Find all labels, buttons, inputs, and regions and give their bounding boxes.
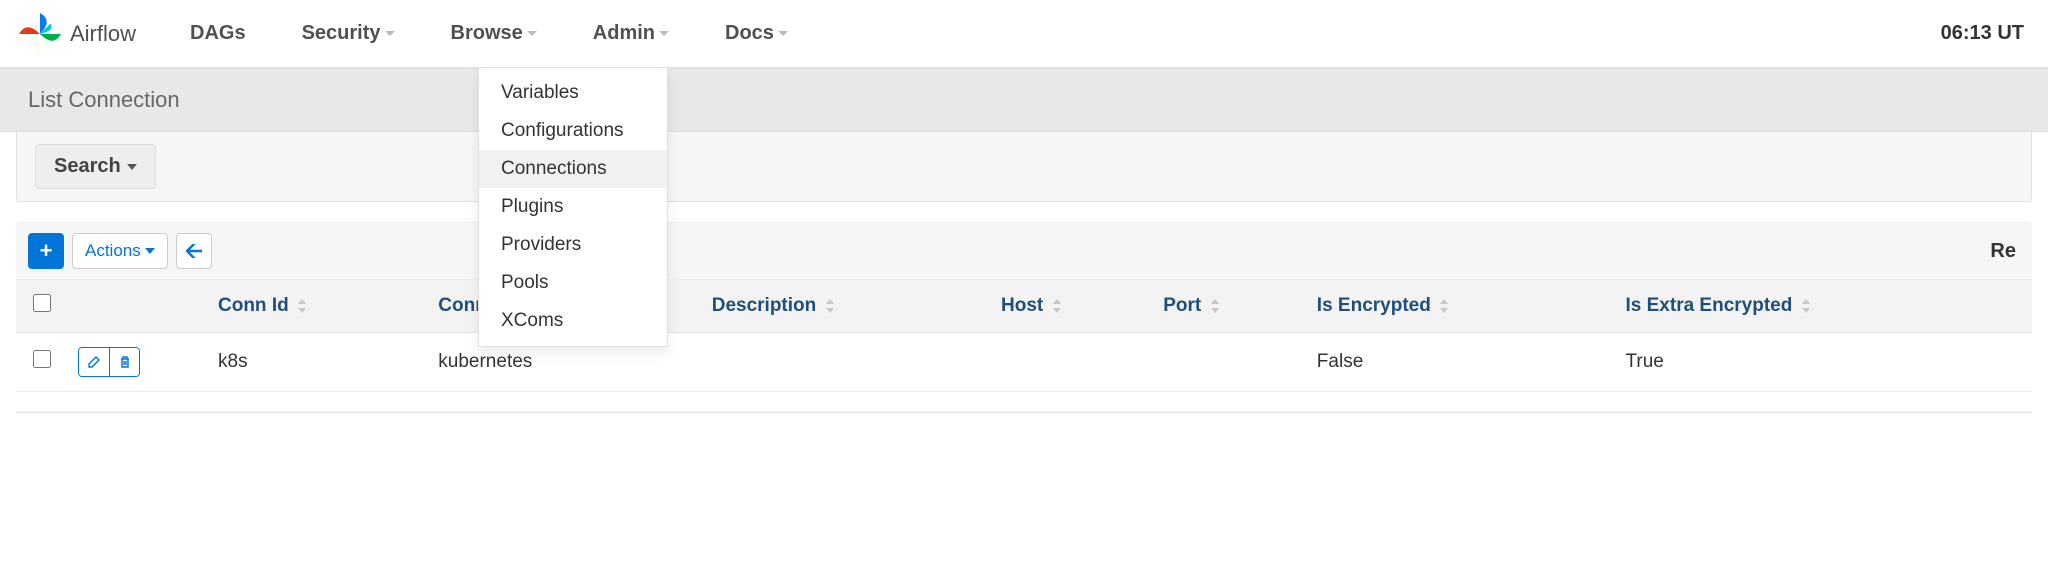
plus-icon: + (40, 238, 53, 264)
dropdown-label: Plugins (501, 196, 563, 217)
nav-item-admin[interactable]: Admin (579, 14, 683, 53)
trash-icon (118, 351, 132, 373)
record-count-label: Re (1990, 240, 2020, 263)
dropdown-item-xcoms[interactable]: XComs (479, 302, 667, 340)
row-actions-group (78, 347, 140, 377)
add-button[interactable]: + (28, 233, 64, 269)
header-label: Is Extra Encrypted (1626, 295, 1793, 316)
chevron-down-icon (659, 31, 669, 37)
header-label: Host (1001, 295, 1043, 316)
nav-label: Security (302, 22, 381, 45)
dropdown-item-pools[interactable]: Pools (479, 264, 667, 302)
arrow-left-icon (186, 240, 202, 263)
admin-dropdown: Variables Configurations Connections Plu… (478, 68, 668, 347)
panel-bottom-border (16, 412, 2032, 413)
chevron-down-icon (385, 31, 395, 37)
page-title-bar: List Connection (0, 68, 2048, 132)
sort-icon (1440, 295, 1448, 316)
nav-label: Admin (593, 22, 655, 45)
brand-name: Airflow (70, 21, 136, 47)
cell-row-actions (68, 333, 208, 392)
airflow-logo-icon (16, 10, 64, 58)
header-label: Is Encrypted (1317, 295, 1431, 316)
reset-filters-button[interactable] (176, 233, 212, 269)
cell-host (991, 333, 1153, 392)
chevron-down-icon (778, 31, 788, 37)
clock-utc: 06:13 UT (1941, 22, 2032, 45)
cell-description (702, 333, 991, 392)
nav-label: Browse (451, 22, 523, 45)
sort-icon (1802, 295, 1810, 316)
connections-table: Conn Id Conn Type Description Host Port (16, 280, 2032, 392)
delete-button[interactable] (109, 348, 139, 376)
chevron-down-icon (527, 31, 537, 37)
cell-port (1153, 333, 1307, 392)
sort-icon (1053, 295, 1061, 316)
header-port[interactable]: Port (1153, 280, 1307, 333)
nav-item-browse[interactable]: Browse (437, 14, 551, 53)
dropdown-label: Configurations (501, 120, 624, 141)
row-select-checkbox[interactable] (33, 350, 51, 368)
nav-item-security[interactable]: Security (288, 14, 409, 53)
chevron-down-icon (127, 164, 137, 170)
sort-icon (826, 295, 834, 316)
select-all-checkbox[interactable] (33, 294, 51, 312)
edit-button[interactable] (79, 348, 109, 376)
actions-label: Actions (85, 241, 141, 261)
dropdown-item-providers[interactable]: Providers (479, 226, 667, 264)
content: Search + Actions Re Con (0, 132, 2048, 433)
toolbar: + Actions Re (16, 222, 2032, 280)
header-label: Port (1163, 295, 1201, 316)
cell-select (16, 333, 68, 392)
header-conn-id[interactable]: Conn Id (208, 280, 428, 333)
header-actions (68, 280, 208, 333)
dropdown-label: Pools (501, 272, 549, 293)
dropdown-label: XComs (501, 310, 563, 331)
search-toggle-button[interactable]: Search (35, 144, 156, 189)
page-title: List Connection (28, 87, 180, 112)
header-label: Conn Id (218, 295, 289, 316)
navbar: Airflow DAGs Security Browse Admin Docs … (0, 0, 2048, 68)
dropdown-item-configurations[interactable]: Configurations (479, 112, 667, 150)
actions-dropdown-button[interactable]: Actions (72, 233, 168, 269)
dropdown-label: Providers (501, 234, 581, 255)
dropdown-label: Variables (501, 82, 579, 103)
table-header-row: Conn Id Conn Type Description Host Port (16, 280, 2032, 333)
header-is-encrypted[interactable]: Is Encrypted (1307, 280, 1616, 333)
nav-items: DAGs Security Browse Admin Docs (176, 14, 830, 53)
nav-label: DAGs (190, 22, 246, 45)
cell-conn-id: k8s (208, 333, 428, 392)
table-row: k8s kubernetes False True (16, 333, 2032, 392)
brand[interactable]: Airflow (16, 10, 136, 58)
dropdown-item-variables[interactable]: Variables (479, 74, 667, 112)
nav-item-dags[interactable]: DAGs (176, 14, 260, 53)
header-select-all (16, 280, 68, 333)
search-panel: Search (16, 132, 2032, 202)
dropdown-item-plugins[interactable]: Plugins (479, 188, 667, 226)
nav-label: Docs (725, 22, 774, 45)
dropdown-label: Connections (501, 158, 607, 179)
nav-item-docs[interactable]: Docs (711, 14, 802, 53)
cell-is-extra-encrypted: True (1616, 333, 2033, 392)
search-label: Search (54, 155, 121, 178)
header-host[interactable]: Host (991, 280, 1153, 333)
header-label: Description (712, 295, 817, 316)
sort-icon (1211, 295, 1219, 316)
sort-icon (298, 295, 306, 316)
header-is-extra-encrypted[interactable]: Is Extra Encrypted (1616, 280, 2033, 333)
edit-icon (87, 351, 101, 373)
cell-is-encrypted: False (1307, 333, 1616, 392)
header-description[interactable]: Description (702, 280, 991, 333)
dropdown-item-connections[interactable]: Connections (479, 150, 667, 188)
chevron-down-icon (145, 248, 155, 254)
